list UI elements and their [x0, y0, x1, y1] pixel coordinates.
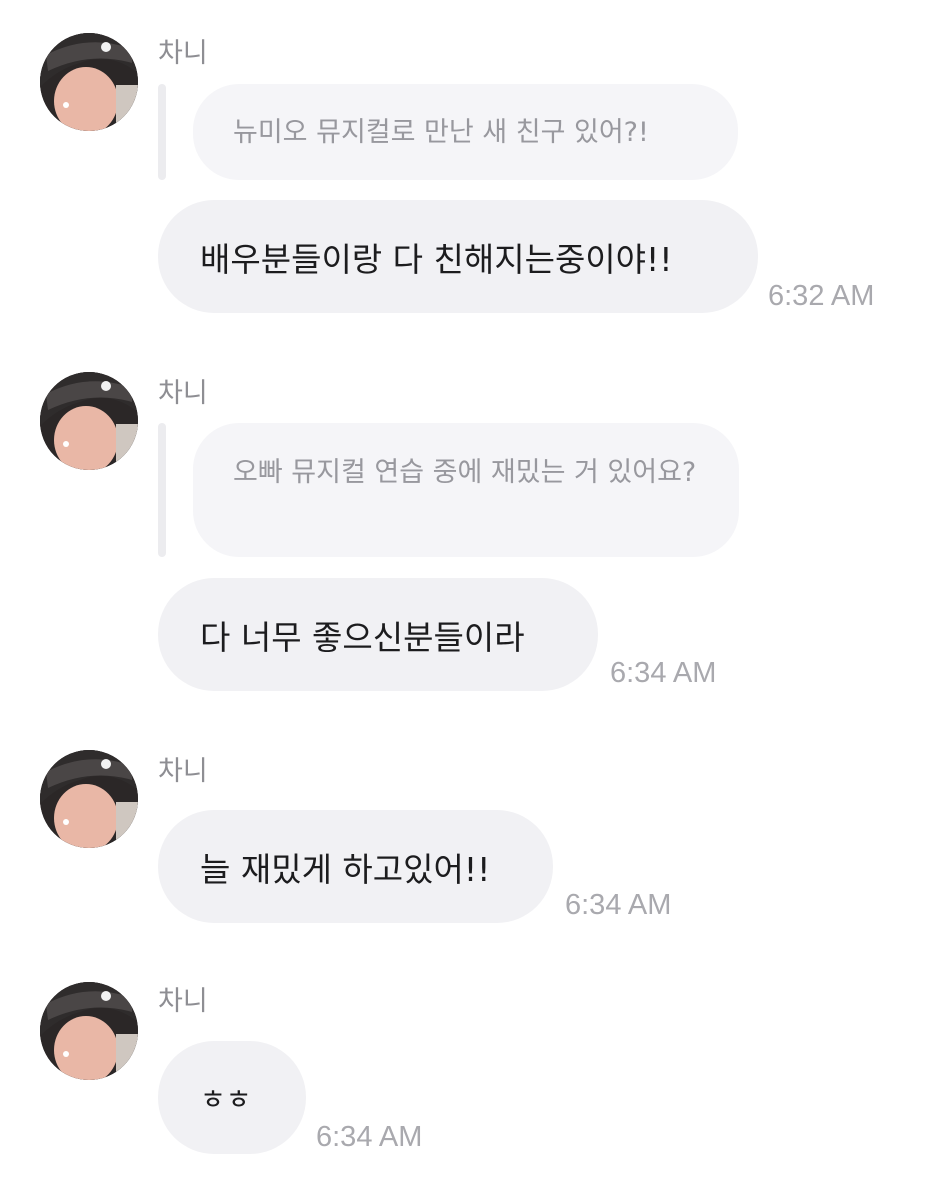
message-time: 6:34 AM	[316, 1121, 423, 1153]
avatar[interactable]	[40, 372, 138, 470]
avatar[interactable]	[40, 33, 138, 131]
message-bubble[interactable]: 다 너무 좋으신분들이라	[158, 578, 598, 691]
message-time: 6:34 AM	[565, 889, 672, 921]
sender-name: 차니	[158, 986, 208, 1017]
replied-message[interactable]: 오빠 뮤지컬 연습 중에 재밌는 거 있어요?	[193, 423, 739, 557]
message-bubble[interactable]: ㅎㅎ	[158, 1041, 306, 1154]
replied-message[interactable]: 뉴미오 뮤지컬로 만난 새 친구 있어?!	[193, 84, 738, 180]
message-bubble[interactable]: 배우분들이랑 다 친해지는중이야!!	[158, 200, 758, 313]
message-time: 6:32 AM	[768, 280, 875, 312]
sender-name: 차니	[158, 756, 208, 787]
avatar[interactable]	[40, 982, 138, 1080]
reply-indicator-bar	[158, 423, 166, 557]
avatar[interactable]	[40, 750, 138, 848]
message-bubble[interactable]: 늘 재밌게 하고있어!!	[158, 810, 553, 923]
reply-indicator-bar	[158, 84, 166, 180]
sender-name: 차니	[158, 378, 208, 409]
sender-name: 차니	[158, 38, 208, 69]
message-time: 6:34 AM	[610, 657, 717, 689]
